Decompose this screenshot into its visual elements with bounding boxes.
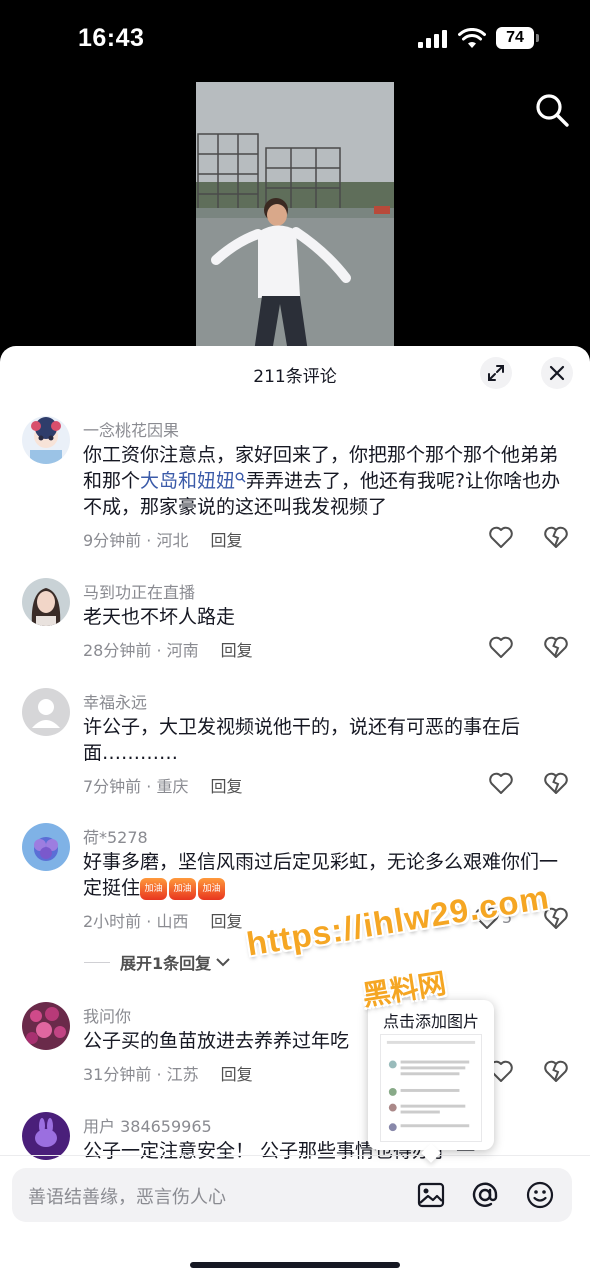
chevron-down-icon [216, 958, 230, 967]
broken-heart-icon[interactable] [543, 525, 569, 549]
cheer-emoji: 加油 [198, 877, 226, 900]
reply-button[interactable]: 回复 [210, 531, 242, 550]
divider [84, 961, 110, 963]
comment-meta: 2小时前 · 山西 回复 [83, 908, 242, 932]
at-icon[interactable] [470, 1180, 500, 1210]
emoji-icon[interactable] [525, 1180, 555, 1210]
reply-button[interactable]: 回复 [221, 1065, 253, 1084]
cellular-signal-icon [418, 30, 450, 48]
search-icon [235, 472, 246, 483]
comment-time-location: 31分钟前 · 江苏 [83, 1065, 199, 1084]
avatar[interactable] [22, 1112, 70, 1160]
divider [0, 1155, 590, 1156]
search-highlight-link[interactable]: 大岛和妞妞 [140, 470, 235, 492]
comment-text: 许公子，大卫发视频说他干的，说还有可恶的事在后面………… [83, 716, 521, 764]
add-image-popup-title: 点击添加图片 [382, 1012, 479, 1031]
comments-sheet: 211条评论 一念桃花因果 你工资你注意点，家好回来了，你把那个那个那个他弟弟和… [0, 346, 590, 1280]
comment-meta: 7分钟前 · 重庆 回复 [83, 773, 242, 797]
avatar[interactable] [22, 416, 70, 464]
image-icon[interactable] [416, 1180, 446, 1210]
add-image-popup[interactable]: 点击添加图片 [368, 1000, 494, 1150]
reply-button[interactable]: 回复 [210, 912, 242, 931]
video-frame [196, 82, 394, 352]
heart-icon[interactable] [488, 525, 514, 549]
comment-input-bar[interactable]: 善语结善缘，恶言伤人心 [12, 1168, 572, 1222]
cheer-emoji: 加油 [169, 877, 197, 900]
reply-button[interactable]: 回复 [221, 641, 253, 660]
comment-text: 老天也不坏人路走 [83, 606, 236, 628]
expand-replies-button[interactable]: 展开1条回复 [84, 950, 231, 974]
comment-username[interactable]: 用户 384659965 [83, 1113, 212, 1137]
comment-meta: 9分钟前 · 河北 回复 [83, 527, 242, 551]
video-player[interactable] [196, 82, 394, 352]
status-time: 16:43 [78, 24, 145, 52]
comment-username[interactable]: 一念桃花因果 [83, 417, 179, 441]
broken-heart-icon[interactable] [543, 1059, 569, 1083]
avatar[interactable] [22, 688, 70, 736]
avatar[interactable] [22, 1002, 70, 1050]
battery-tip [536, 34, 539, 42]
wifi-icon [458, 28, 486, 48]
comment-time-location: 9分钟前 · 河北 [83, 531, 189, 550]
comment-username[interactable]: 我问你 [83, 1003, 131, 1027]
heart-icon[interactable] [488, 635, 514, 659]
heart-icon[interactable] [488, 771, 514, 795]
expand-button[interactable] [480, 357, 512, 389]
screenshot-thumbnail[interactable] [380, 1034, 482, 1142]
expand-replies-label: 展开1条回复 [120, 954, 212, 973]
reply-button[interactable]: 回复 [210, 777, 242, 796]
cheer-emoji: 加油 [140, 877, 168, 900]
comment-time-location: 7分钟前 · 重庆 [83, 777, 189, 796]
close-button[interactable] [541, 357, 573, 389]
expand-icon [488, 365, 504, 381]
battery-indicator: 74 [496, 27, 534, 49]
avatar[interactable] [22, 823, 70, 871]
broken-heart-icon[interactable] [543, 771, 569, 795]
comment-meta: 28分钟前 · 河南 回复 [83, 637, 253, 661]
avatar[interactable] [22, 578, 70, 626]
comment-time-location: 28分钟前 · 河南 [83, 641, 199, 660]
status-bar: 16:43 74 [0, 0, 590, 80]
broken-heart-icon[interactable] [543, 635, 569, 659]
comment-username[interactable]: 荷*5278 [83, 824, 148, 848]
comment-input[interactable]: 善语结善缘，恶言伤人心 [28, 1183, 226, 1209]
comment-time-location: 2小时前 · 山西 [83, 912, 189, 931]
close-icon [549, 365, 565, 381]
comment-meta: 31分钟前 · 江苏 回复 [83, 1061, 253, 1085]
comment-username[interactable]: 幸福永远 [83, 689, 147, 713]
comment-username[interactable]: 马到功正在直播 [83, 579, 195, 603]
home-indicator [190, 1262, 400, 1268]
comment-text: 你工资你注意点，家好回来了，你把那个那个那个他弟弟和那个大岛和妞妞 弄弄进去了，他… [83, 442, 563, 520]
search-icon[interactable] [534, 92, 570, 128]
